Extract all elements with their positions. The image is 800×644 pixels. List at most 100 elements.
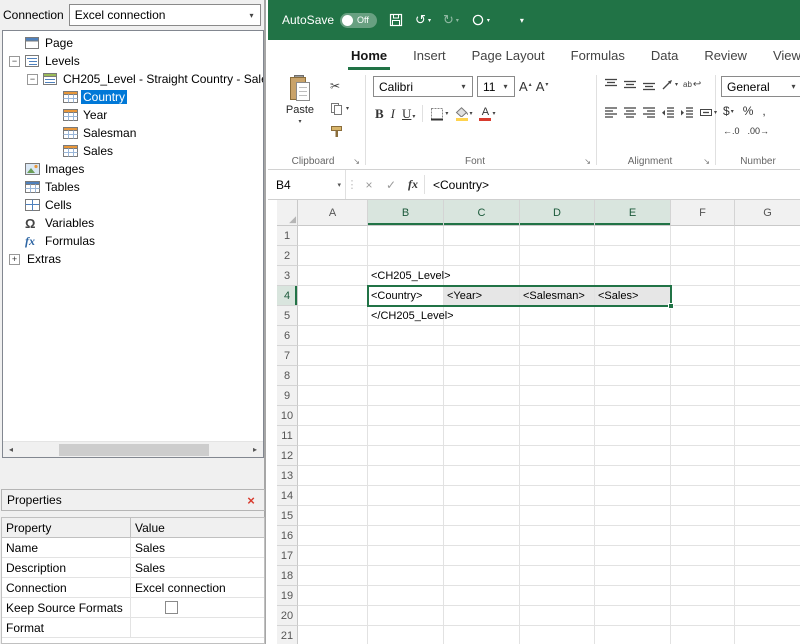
cell-F13[interactable] <box>671 466 735 486</box>
row-header-10[interactable]: 10 <box>277 406 298 426</box>
cell-D4[interactable]: <Salesman> <box>520 286 595 306</box>
bold-button[interactable]: B <box>375 106 384 122</box>
cell-E2[interactable] <box>595 246 671 266</box>
cell-B7[interactable] <box>368 346 444 366</box>
tree-item-level-ch205[interactable]: − CH205_Level - Straight Country - Sale <box>3 70 263 88</box>
cell-G13[interactable] <box>735 466 800 486</box>
cell-E7[interactable] <box>595 346 671 366</box>
quick-access-tool-button[interactable]: ▾ <box>471 13 490 27</box>
column-header-A[interactable]: A <box>298 200 368 226</box>
cell-D19[interactable] <box>520 586 595 606</box>
copy-button[interactable]: ▾ <box>330 101 349 116</box>
cell-E12[interactable] <box>595 446 671 466</box>
cell-C12[interactable] <box>444 446 520 466</box>
chevron-down-icon[interactable]: ▾ <box>428 17 431 24</box>
cell-A13[interactable] <box>298 466 368 486</box>
cell-C3[interactable] <box>444 266 520 286</box>
chevron-down-icon[interactable]: ▾ <box>412 114 415 120</box>
cell-B20[interactable] <box>368 606 444 626</box>
row-header-7[interactable]: 7 <box>277 346 298 366</box>
tree-horizontal-scrollbar[interactable]: ◂ ▸ <box>3 441 263 457</box>
column-header-E[interactable]: E <box>595 200 671 226</box>
cell-C15[interactable] <box>444 506 520 526</box>
cell-G5[interactable] <box>735 306 800 326</box>
cell-F7[interactable] <box>671 346 735 366</box>
cell-F11[interactable] <box>671 426 735 446</box>
cell-E9[interactable] <box>595 386 671 406</box>
chevron-down-icon[interactable]: ▾ <box>445 110 448 117</box>
scrollbar-thumb[interactable] <box>59 444 209 456</box>
cell-G6[interactable] <box>735 326 800 346</box>
chevron-down-icon[interactable]: ▾ <box>455 82 472 91</box>
keep-source-formats-checkbox[interactable] <box>165 601 178 614</box>
formula-input[interactable]: <Country> <box>425 170 800 199</box>
cell-G12[interactable] <box>735 446 800 466</box>
cell-F6[interactable] <box>671 326 735 346</box>
cell-E19[interactable] <box>595 586 671 606</box>
cell-C16[interactable] <box>444 526 520 546</box>
cell-A9[interactable] <box>298 386 368 406</box>
row-header-4[interactable]: 4 <box>277 286 298 306</box>
cell-B1[interactable] <box>368 226 444 246</box>
chevron-down-icon[interactable]: ▾ <box>469 110 472 117</box>
row-header-11[interactable]: 11 <box>277 426 298 446</box>
cell-F15[interactable] <box>671 506 735 526</box>
cell-B10[interactable] <box>368 406 444 426</box>
property-row-description[interactable]: Description Sales <box>2 558 264 578</box>
tab-review[interactable]: Review <box>691 40 760 70</box>
font-name-select[interactable]: Calibri ▾ <box>373 76 473 97</box>
row-header-20[interactable]: 20 <box>277 606 298 626</box>
tab-page-layout[interactable]: Page Layout <box>459 40 558 70</box>
cell-F2[interactable] <box>671 246 735 266</box>
cell-C21[interactable] <box>444 626 520 644</box>
cell-C8[interactable] <box>444 366 520 386</box>
property-row-name[interactable]: Name Sales <box>2 538 264 558</box>
cell-G17[interactable] <box>735 546 800 566</box>
expand-icon[interactable]: + <box>9 254 20 265</box>
cell-D6[interactable] <box>520 326 595 346</box>
wrap-text-button[interactable]: ab ↩ <box>683 79 701 90</box>
cell-G18[interactable] <box>735 566 800 586</box>
tree-item-page[interactable]: Page <box>3 34 263 52</box>
cell-B9[interactable] <box>368 386 444 406</box>
scroll-right-icon[interactable]: ▸ <box>247 442 263 458</box>
tree-item-tables[interactable]: Tables <box>3 178 263 196</box>
cell-D9[interactable] <box>520 386 595 406</box>
cell-A21[interactable] <box>298 626 368 644</box>
property-value[interactable]: Sales <box>131 538 264 557</box>
cell-E13[interactable] <box>595 466 671 486</box>
row-header-2[interactable]: 2 <box>277 246 298 266</box>
row-header-17[interactable]: 17 <box>277 546 298 566</box>
cell-A14[interactable] <box>298 486 368 506</box>
row-header-12[interactable]: 12 <box>277 446 298 466</box>
cell-D18[interactable] <box>520 566 595 586</box>
cell-C13[interactable] <box>444 466 520 486</box>
tab-insert[interactable]: Insert <box>400 40 459 70</box>
cell-D20[interactable] <box>520 606 595 626</box>
cell-A20[interactable] <box>298 606 368 626</box>
select-all-corner[interactable]: ◢ <box>277 200 298 226</box>
cell-F19[interactable] <box>671 586 735 606</box>
cell-E4[interactable]: <Sales> <box>595 286 671 306</box>
tree-item-images[interactable]: Images <box>3 160 263 178</box>
percent-format-button[interactable]: % <box>743 104 754 118</box>
cell-D16[interactable] <box>520 526 595 546</box>
property-value[interactable] <box>131 618 264 637</box>
cell-D12[interactable] <box>520 446 595 466</box>
cell-G9[interactable] <box>735 386 800 406</box>
cell-D2[interactable] <box>520 246 595 266</box>
cell-G21[interactable] <box>735 626 800 644</box>
top-align-icon[interactable] <box>604 78 618 91</box>
cell-A16[interactable] <box>298 526 368 546</box>
cell-B16[interactable] <box>368 526 444 546</box>
cell-E14[interactable] <box>595 486 671 506</box>
cell-B14[interactable] <box>368 486 444 506</box>
cell-C11[interactable] <box>444 426 520 446</box>
middle-align-icon[interactable] <box>623 78 637 91</box>
dialog-launcher-icon[interactable]: ↘ <box>584 157 591 166</box>
borders-button[interactable]: ▾ <box>430 107 448 121</box>
cell-F20[interactable] <box>671 606 735 626</box>
collapse-icon[interactable]: − <box>27 74 38 85</box>
increase-font-size-button[interactable]: A ▴ <box>519 79 532 94</box>
cell-E15[interactable] <box>595 506 671 526</box>
